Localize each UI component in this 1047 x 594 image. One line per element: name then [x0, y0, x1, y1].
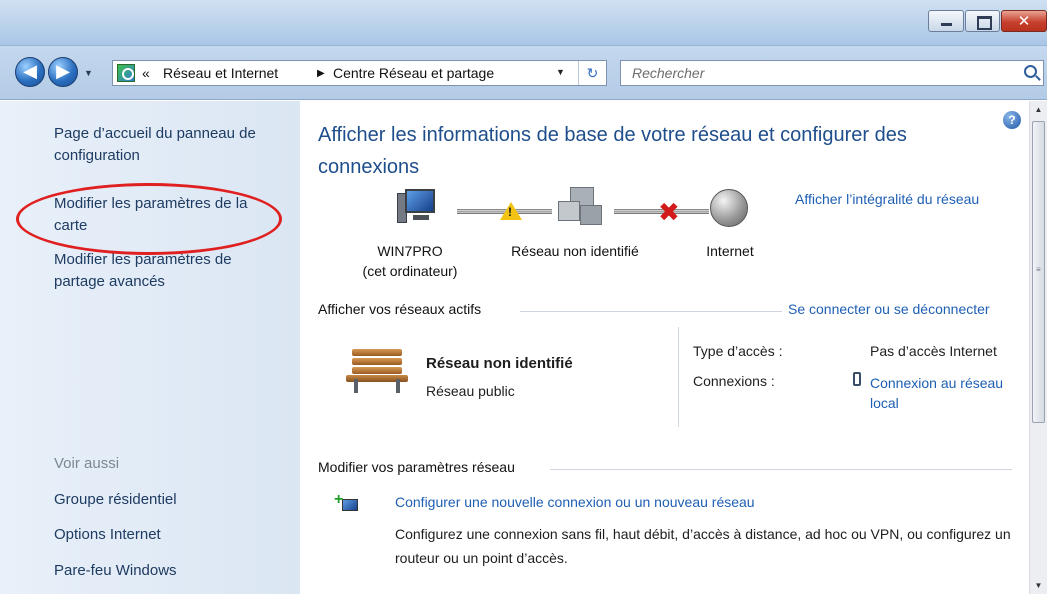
maximize-button[interactable]	[965, 10, 1000, 32]
refresh-icon[interactable]: ↻	[578, 61, 606, 85]
network-icon[interactable]	[556, 187, 604, 231]
forward-icon[interactable]: ▶	[48, 57, 78, 87]
address-dropdown-icon[interactable]: ▼	[556, 67, 565, 77]
navigation-bar: ◀ ▶ ▼ « Réseau et Internet ▶ Centre Rése…	[0, 46, 1047, 100]
internet-label: Internet	[706, 243, 754, 259]
close-button[interactable]	[1001, 10, 1047, 32]
search-icon[interactable]	[1024, 65, 1037, 78]
window-titlebar	[0, 0, 1047, 46]
warning-icon: !	[500, 202, 522, 220]
section-divider	[550, 469, 1012, 470]
error-icon: ✖	[658, 197, 680, 227]
vertical-scrollbar[interactable]: ▲ ≡ ▼	[1029, 101, 1047, 594]
view-full-map-link[interactable]: Afficher l’intégralité du réseau	[795, 191, 979, 207]
setup-connection-icon: +	[334, 492, 358, 515]
highlight-ellipse	[16, 183, 282, 255]
setup-connection-link[interactable]: Configurer une nouvelle connexion ou un …	[395, 494, 755, 510]
sidebar-link-internet-options[interactable]: Options Internet	[54, 524, 284, 546]
scroll-down-icon[interactable]: ▼	[1030, 581, 1047, 590]
minimize-button[interactable]	[928, 10, 964, 32]
connect-disconnect-link[interactable]: Se connecter ou se déconnecter	[788, 301, 990, 317]
active-network-name: Réseau non identifié	[426, 355, 573, 372]
bench-icon[interactable]	[346, 349, 408, 393]
breadcrumb-separator-icon[interactable]: ▶	[317, 68, 325, 79]
breadcrumb-network-center[interactable]: Centre Réseau et partage	[333, 65, 494, 81]
sidebar-link-windows-firewall[interactable]: Pare-feu Windows	[54, 560, 284, 582]
vertical-divider	[678, 327, 679, 427]
section-divider	[520, 311, 782, 312]
network-folder-icon	[117, 64, 135, 82]
search-input[interactable]: Rechercher	[620, 60, 1044, 86]
breadcrumb-overflow[interactable]: «	[142, 65, 150, 81]
network-label: Réseau non identifié	[511, 243, 639, 259]
back-icon[interactable]: ◀	[15, 57, 45, 87]
main-content: ? Afficher les informations de base de v…	[300, 101, 1029, 594]
scroll-up-icon[interactable]: ▲	[1030, 105, 1047, 114]
sidebar-link-homegroup[interactable]: Groupe résidentiel	[54, 489, 284, 511]
computer-icon[interactable]	[397, 189, 437, 223]
computer-label: WIN7PRO (cet ordinateur)	[362, 243, 458, 279]
change-settings-heading: Modifier vos paramètres réseau	[318, 459, 515, 475]
plug-icon	[853, 372, 861, 386]
network-type-link[interactable]: Réseau public	[426, 383, 515, 399]
sidebar-link-advanced-sharing[interactable]: Modifier les paramètres de partage avanc…	[54, 249, 284, 293]
setup-connection-description: Configurez une connexion sans fil, haut …	[395, 526, 1011, 566]
history-dropdown-icon[interactable]: ▼	[84, 68, 93, 78]
local-area-connection-link[interactable]: Connexion au réseau local	[870, 373, 1030, 413]
sidebar-link-control-panel-home[interactable]: Page d’accueil du panneau de configurati…	[54, 123, 284, 167]
sidebar: Page d’accueil du panneau de configurati…	[0, 101, 300, 594]
globe-icon[interactable]	[710, 189, 748, 227]
connections-label: Connexions :	[693, 373, 775, 389]
see-also-heading: Voir aussi	[54, 455, 120, 472]
access-type-value: Pas d’accès Internet	[870, 343, 997, 359]
active-networks-heading: Afficher vos réseaux actifs	[318, 301, 482, 317]
scrollbar-thumb[interactable]: ≡	[1032, 121, 1045, 423]
access-type-label: Type d’accès :	[693, 343, 783, 359]
address-bar[interactable]: « Réseau et Internet ▶ Centre Réseau et …	[112, 60, 607, 86]
search-placeholder: Rechercher	[632, 65, 705, 81]
breadcrumb-network-internet[interactable]: Réseau et Internet	[163, 65, 278, 81]
page-title: Afficher les informations de base de vot…	[318, 124, 907, 178]
help-icon[interactable]: ?	[1003, 111, 1021, 129]
